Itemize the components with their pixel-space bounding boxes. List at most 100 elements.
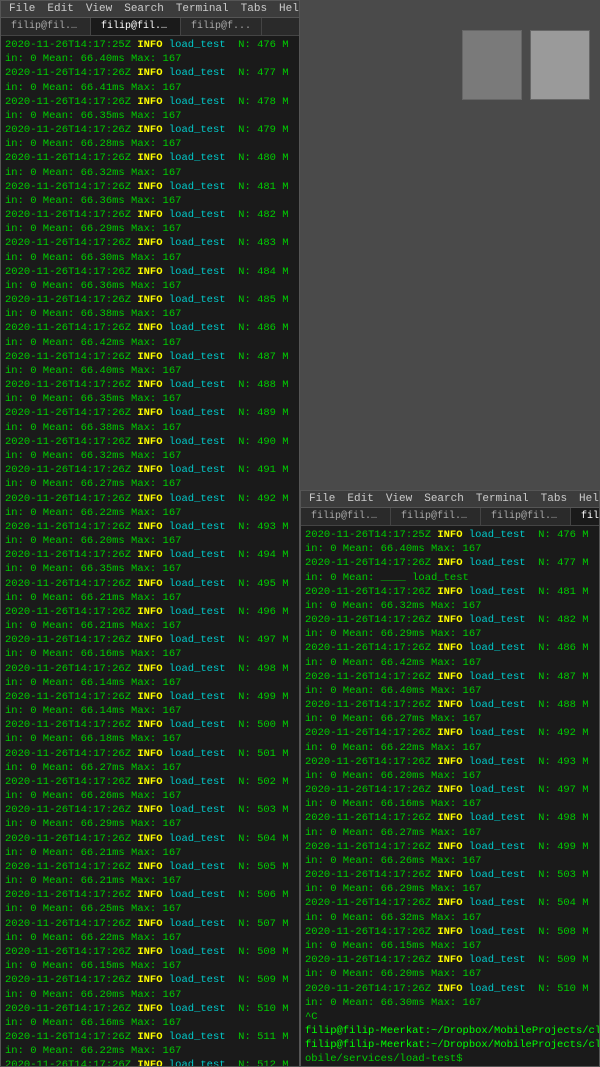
log-line: 2020-11-26T14:17:26Z INFO load_test N: 4… bbox=[5, 350, 295, 364]
log-line: 2020-11-26T14:17:26Z INFO load_test N: 5… bbox=[305, 925, 595, 939]
log-line: 2020-11-26T14:17:26Z INFO load_test N: 4… bbox=[305, 840, 595, 854]
tab-1-2[interactable]: filip@fil... bbox=[91, 18, 181, 35]
menu-terminal-2[interactable]: Terminal bbox=[476, 493, 529, 505]
log-line: 2020-11-26T14:17:25Z INFO load_test N: 4… bbox=[5, 38, 295, 52]
menu-search-1[interactable]: Search bbox=[124, 3, 164, 15]
log-line: 2020-11-26T14:17:26Z INFO load_test N: 4… bbox=[5, 492, 295, 506]
log-line: 2020-11-26T14:17:26Z INFO load_test N: 4… bbox=[5, 690, 295, 704]
log-line: in: 0 Mean: 66.20ms Max: 167 bbox=[5, 534, 295, 548]
terminal-body-1[interactable]: 2020-11-26T14:17:25Z INFO load_test N: 4… bbox=[1, 36, 299, 1066]
log-line: in: 0 Mean: 66.21ms Max: 167 bbox=[5, 619, 295, 633]
menu-edit-2[interactable]: Edit bbox=[347, 493, 373, 505]
log-line: 2020-11-26T14:17:26Z INFO load_test N: 4… bbox=[5, 633, 295, 647]
menu-file-1[interactable]: File bbox=[9, 3, 35, 15]
log-line: in: 0 Mean: 66.20ms Max: 167 bbox=[305, 769, 595, 783]
log-line: in: 0 Mean: 66.30ms Max: 167 bbox=[305, 996, 595, 1010]
log-line: in: 0 Mean: 66.22ms Max: 167 bbox=[305, 741, 595, 755]
log-line: in: 0 Mean: 66.22ms Max: 167 bbox=[5, 1044, 295, 1058]
log-line: in: 0 Mean: 66.40ms Max: 167 bbox=[5, 52, 295, 66]
thumbnail-1 bbox=[462, 30, 522, 100]
log-line: in: 0 Mean: 66.35ms Max: 167 bbox=[5, 109, 295, 123]
menubar-1: File Edit View Search Terminal Tabs Help bbox=[1, 1, 299, 18]
log-line: 2020-11-26T14:17:26Z INFO load_test N: 4… bbox=[5, 208, 295, 222]
log-line: in: 0 Mean: 66.32ms Max: 167 bbox=[5, 166, 295, 180]
log-line: 2020-11-26T14:17:26Z INFO load_test N: 4… bbox=[5, 520, 295, 534]
log-line: filip@filip-Meerkat:~/Dropbox/MobileProj… bbox=[305, 1024, 595, 1038]
log-line: 2020-11-26T14:17:26Z INFO load_test N: 4… bbox=[5, 662, 295, 676]
tab-bar-2: filip@fil... filip@fil... filip@fil... f… bbox=[301, 508, 599, 526]
log-line: 2020-11-26T14:17:26Z INFO load_test N: 5… bbox=[5, 860, 295, 874]
log-line: 2020-11-26T14:17:26Z INFO load_test N: 4… bbox=[305, 811, 595, 825]
log-line: 2020-11-26T14:17:26Z INFO load_test N: 5… bbox=[5, 803, 295, 817]
log-line: in: 0 Mean: 66.40ms Max: 167 bbox=[305, 542, 595, 556]
log-line: in: 0 Mean: 66.42ms Max: 167 bbox=[5, 336, 295, 350]
log-line: 2020-11-26T14:17:26Z INFO load_test N: 4… bbox=[305, 698, 595, 712]
log-line: filip@filip-Meerkat:~/Dropbox/MobileProj… bbox=[305, 1038, 595, 1052]
log-line: in: 0 Mean: 66.16ms Max: 167 bbox=[305, 797, 595, 811]
log-line: in: 0 Mean: 66.25ms Max: 167 bbox=[5, 902, 295, 916]
log-line: 2020-11-26T14:17:26Z INFO load_test N: 4… bbox=[5, 236, 295, 250]
log-line: in: 0 Mean: 66.20ms Max: 167 bbox=[5, 988, 295, 1002]
log-line: 2020-11-26T14:17:26Z INFO load_test N: 5… bbox=[5, 832, 295, 846]
log-line: in: 0 Mean: 66.27ms Max: 167 bbox=[305, 712, 595, 726]
log-line: in: 0 Mean: 66.36ms Max: 167 bbox=[5, 279, 295, 293]
log-line: 2020-11-26T14:17:26Z INFO load_test N: 4… bbox=[5, 548, 295, 562]
terminal-body-2[interactable]: 2020-11-26T14:17:25Z INFO load_test N: 4… bbox=[301, 526, 599, 1066]
log-line: 2020-11-26T14:17:26Z INFO load_test N: 4… bbox=[305, 641, 595, 655]
menu-help-2[interactable]: Help bbox=[579, 493, 600, 505]
log-line: in: 0 Mean: 66.29ms Max: 167 bbox=[305, 627, 595, 641]
log-line: in: 0 Mean: 66.15ms Max: 167 bbox=[305, 939, 595, 953]
log-line: in: 0 Mean: 66.27ms Max: 167 bbox=[305, 826, 595, 840]
tab-2-4[interactable]: filip@fi... bbox=[571, 508, 599, 525]
log-line: 2020-11-26T14:17:26Z INFO load_test N: 4… bbox=[305, 726, 595, 740]
log-line: 2020-11-26T14:17:26Z INFO load_test N: 4… bbox=[305, 613, 595, 627]
log-line: 2020-11-26T14:17:26Z INFO load_test N: 5… bbox=[5, 747, 295, 761]
log-line: in: 0 Mean: 66.22ms Max: 167 bbox=[5, 931, 295, 945]
log-line: 2020-11-26T14:17:26Z INFO load_test N: 5… bbox=[5, 888, 295, 902]
log-line: in: 0 Mean: 66.35ms Max: 167 bbox=[5, 562, 295, 576]
tab-1-1[interactable]: filip@fil... bbox=[1, 18, 91, 35]
log-line: 2020-11-26T14:17:26Z INFO load_test N: 4… bbox=[305, 670, 595, 684]
log-line: 2020-11-26T14:17:26Z INFO load_test N: 4… bbox=[5, 151, 295, 165]
log-line: 2020-11-26T14:17:26Z INFO load_test N: 5… bbox=[305, 953, 595, 967]
log-line: in: 0 Mean: 66.14ms Max: 167 bbox=[5, 676, 295, 690]
menu-file-2[interactable]: File bbox=[309, 493, 335, 505]
log-line: 2020-11-26T14:17:26Z INFO load_test N: 4… bbox=[305, 783, 595, 797]
thumbnail-2 bbox=[530, 30, 590, 100]
tab-2-2[interactable]: filip@fil... bbox=[391, 508, 481, 525]
terminal-window-2: File Edit View Search Terminal Tabs Help… bbox=[300, 490, 600, 1067]
menu-edit-1[interactable]: Edit bbox=[47, 3, 73, 15]
log-line: obile/services/load-test$ bbox=[305, 1052, 595, 1066]
log-line: in: 0 Mean: 66.29ms Max: 167 bbox=[5, 222, 295, 236]
menu-search-2[interactable]: Search bbox=[424, 493, 464, 505]
log-line: 2020-11-26T14:17:26Z INFO load_test N: 5… bbox=[5, 775, 295, 789]
menu-tabs-1[interactable]: Tabs bbox=[241, 3, 267, 15]
log-line: 2020-11-26T14:17:25Z INFO load_test N: 4… bbox=[305, 528, 595, 542]
log-line: 2020-11-26T14:17:26Z INFO load_test N: 4… bbox=[5, 123, 295, 137]
tab-2-1[interactable]: filip@fil... bbox=[301, 508, 391, 525]
log-line: in: 0 Mean: 66.21ms Max: 167 bbox=[5, 591, 295, 605]
log-line: in: 0 Mean: 66.18ms Max: 167 bbox=[5, 732, 295, 746]
log-line: in: 0 Mean: 66.40ms Max: 167 bbox=[305, 684, 595, 698]
log-line: 2020-11-26T14:17:26Z INFO load_test N: 4… bbox=[5, 180, 295, 194]
log-line: in: 0 Mean: 66.21ms Max: 167 bbox=[5, 874, 295, 888]
menubar-2: File Edit View Search Terminal Tabs Help bbox=[301, 491, 599, 508]
menu-view-2[interactable]: View bbox=[386, 493, 412, 505]
log-line: in: 0 Mean: 66.38ms Max: 167 bbox=[5, 307, 295, 321]
log-line: 2020-11-26T14:17:26Z INFO load_test N: 5… bbox=[5, 718, 295, 732]
menu-view-1[interactable]: View bbox=[86, 3, 112, 15]
tab-2-3[interactable]: filip@fil... bbox=[481, 508, 571, 525]
log-line: 2020-11-26T14:17:26Z INFO load_test N: 4… bbox=[5, 265, 295, 279]
log-line: 2020-11-26T14:17:26Z INFO load_test N: 4… bbox=[305, 585, 595, 599]
log-line: in: 0 Mean: 66.32ms Max: 167 bbox=[305, 911, 595, 925]
tab-1-3[interactable]: filip@f... bbox=[181, 18, 262, 35]
log-line: 2020-11-26T14:17:26Z INFO load_test N: 4… bbox=[5, 378, 295, 392]
log-line: in: 0 Mean: 66.29ms Max: 167 bbox=[305, 882, 595, 896]
menu-tabs-2[interactable]: Tabs bbox=[541, 493, 567, 505]
log-line: 2020-11-26T14:17:26Z INFO load_test N: 5… bbox=[5, 917, 295, 931]
menu-help-1[interactable]: Help bbox=[279, 3, 300, 15]
log-line: in: 0 Mean: 66.30ms Max: 167 bbox=[5, 251, 295, 265]
menu-terminal-1[interactable]: Terminal bbox=[176, 3, 229, 15]
log-line: 2020-11-26T14:17:26Z INFO load_test N: 5… bbox=[5, 945, 295, 959]
log-line: 2020-11-26T14:17:26Z INFO load_test N: 5… bbox=[305, 982, 595, 996]
